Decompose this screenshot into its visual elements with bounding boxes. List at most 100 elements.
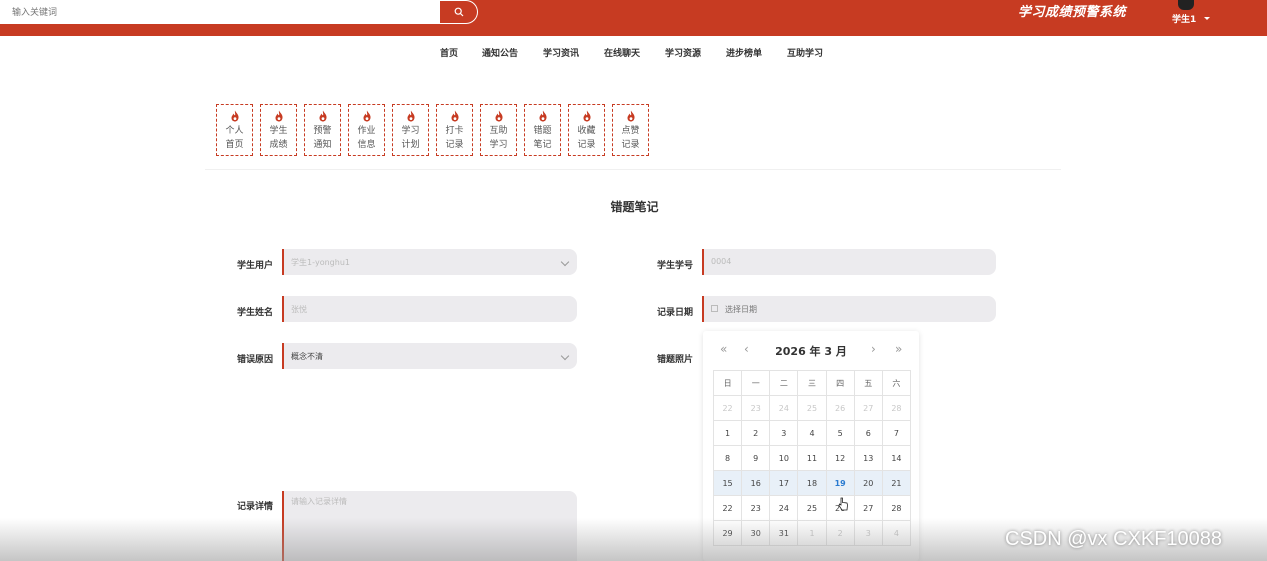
calendar-day[interactable]: 25 — [797, 495, 827, 521]
calendar-day[interactable]: 5 — [825, 420, 855, 446]
chevron-down-icon — [560, 257, 570, 267]
search-input[interactable] — [12, 3, 432, 23]
calendar-day[interactable]: 6 — [853, 420, 883, 446]
tile-label-line1: 个人 — [225, 126, 244, 136]
search-box — [0, 0, 440, 24]
calendar-day[interactable]: 18 — [797, 470, 827, 496]
calendar-day[interactable]: 26 — [825, 395, 855, 421]
calendar-year[interactable]: 2026 年 — [775, 345, 820, 358]
tile-profile[interactable]: 个人 首页 — [216, 104, 253, 156]
nav-notice[interactable]: 通知公告 — [482, 46, 518, 59]
calendar-day[interactable]: 7 — [881, 420, 912, 446]
calendar-day[interactable]: 27 — [853, 395, 883, 421]
calendar-day[interactable]: 12 — [825, 445, 855, 471]
student-name-label: 学生姓名 — [237, 308, 274, 318]
fire-icon — [451, 110, 459, 122]
tile-checkin[interactable]: 打卡 记录 — [436, 104, 473, 156]
hand-cursor-icon — [838, 497, 848, 511]
calendar-day[interactable]: 1 — [712, 420, 743, 446]
tile-warning[interactable]: 预警 通知 — [304, 104, 341, 156]
tile-favorites[interactable]: 收藏 记录 — [568, 104, 605, 156]
fire-icon — [539, 110, 547, 122]
tile-mistakes[interactable]: 错题 笔记 — [524, 104, 561, 156]
watermark: CSDN @vx CXKF10088 — [1005, 528, 1223, 550]
fire-icon — [363, 110, 371, 122]
calendar-day[interactable]: 8 — [712, 445, 743, 471]
calendar-day[interactable]: 22 — [712, 395, 743, 421]
nav-ranking[interactable]: 进步榜单 — [726, 46, 762, 59]
calendar-week: 15 16 17 18 19 20 21 — [712, 470, 912, 496]
tile-label-line2: 计划 — [401, 140, 420, 150]
search-icon — [454, 7, 463, 17]
user-menu[interactable]: 学生1 — [1168, 0, 1218, 26]
calendar-day[interactable]: 25 — [797, 395, 827, 421]
student-no-field[interactable]: 0004 — [702, 249, 996, 275]
weekday-header: 三 — [797, 370, 827, 396]
calendar-day[interactable]: 11 — [797, 445, 827, 471]
calendar-day[interactable]: 23 — [741, 395, 771, 421]
tile-scores[interactable]: 学生 成绩 — [260, 104, 297, 156]
record-date-field[interactable]: 选择日期 — [702, 296, 996, 322]
record-detail-label: 记录详情 — [237, 502, 274, 512]
student-name-field[interactable]: 张悦 — [282, 296, 577, 322]
tile-homework[interactable]: 作业 信息 — [348, 104, 385, 156]
tile-label-line2: 记录 — [445, 140, 464, 150]
weekday-header: 二 — [769, 370, 799, 396]
search-button[interactable] — [440, 0, 478, 24]
tile-label-line1: 预警 — [313, 126, 332, 136]
calendar-day[interactable]: 28 — [881, 395, 912, 421]
calendar-icon — [711, 305, 718, 312]
calendar-day[interactable]: 4 — [797, 420, 827, 446]
student-name-value: 张悦 — [291, 305, 307, 314]
calendar-day[interactable]: 19 — [825, 470, 855, 496]
calendar-day[interactable]: 17 — [769, 470, 799, 496]
weekday-header: 一 — [741, 370, 771, 396]
tile-likes[interactable]: 点赞 记录 — [612, 104, 649, 156]
nav-home[interactable]: 首页 — [440, 46, 458, 59]
calendar-day[interactable]: 15 — [712, 470, 743, 496]
calendar-day[interactable]: 28 — [881, 495, 912, 521]
calendar-week: 8 9 10 11 12 13 14 — [712, 445, 912, 471]
calendar-day[interactable]: 13 — [853, 445, 883, 471]
record-date-label: 记录日期 — [657, 308, 694, 318]
calendar-day[interactable]: 14 — [881, 445, 912, 471]
calendar-day[interactable]: 22 — [712, 495, 743, 521]
site-title: 学习成绩预警系统 — [1018, 5, 1127, 20]
nav-mutual[interactable]: 互助学习 — [787, 46, 823, 59]
tile-label-line1: 互助 — [489, 126, 508, 136]
calendar-week: 1234567 — [712, 420, 912, 446]
calendar-week: 22 23 24 25 26 27 28 — [712, 495, 912, 521]
calendar-day[interactable]: 27 — [853, 495, 883, 521]
nav-resources[interactable]: 学习资源 — [665, 46, 701, 59]
nav-news[interactable]: 学习资讯 — [543, 46, 579, 59]
calendar-day[interactable]: 16 — [741, 470, 771, 496]
tile-label-line2: 首页 — [225, 140, 244, 150]
calendar-day[interactable]: 20 — [853, 470, 883, 496]
calendar-day[interactable]: 21 — [881, 470, 912, 496]
calendar-month[interactable]: 3 月 — [824, 345, 846, 358]
calendar-day[interactable]: 2 — [741, 420, 771, 446]
tile-mutual[interactable]: 互助 学习 — [480, 104, 517, 156]
tile-plan[interactable]: 学习 计划 — [392, 104, 429, 156]
next-year-button[interactable]: » — [895, 342, 902, 356]
calendar-day[interactable]: 24 — [769, 495, 799, 521]
calendar-day[interactable]: 3 — [769, 420, 799, 446]
error-reason-select[interactable]: 概念不清 — [282, 343, 577, 369]
tile-label-line2: 记录 — [577, 140, 596, 150]
student-no-value: 0004 — [711, 257, 732, 266]
tile-label-line2: 通知 — [313, 140, 332, 150]
calendar-day[interactable]: 10 — [769, 445, 799, 471]
student-user-select[interactable]: 学生1-yonghu1 — [282, 249, 577, 275]
chevron-down-icon — [560, 351, 570, 361]
calendar-title: 2026 年 3 月 — [703, 343, 919, 359]
calendar-day[interactable]: 9 — [741, 445, 771, 471]
calendar-day[interactable]: 24 — [769, 395, 799, 421]
caret-down-icon — [1204, 17, 1210, 20]
record-date-placeholder: 选择日期 — [725, 305, 757, 314]
next-month-button[interactable]: › — [871, 342, 876, 356]
calendar-week: 22 23 24 25 26 27 28 — [712, 395, 912, 421]
nav-chat[interactable]: 在线聊天 — [604, 46, 640, 59]
calendar-day[interactable]: 23 — [741, 495, 771, 521]
tile-label-line1: 收藏 — [577, 126, 596, 136]
error-reason-label: 错误原因 — [237, 355, 274, 365]
